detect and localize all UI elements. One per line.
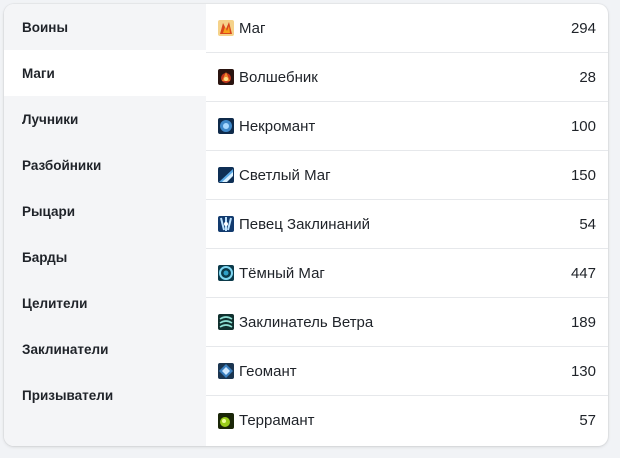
class-count: 189 (570, 313, 596, 331)
list-item[interactable]: Геомант 130 (206, 347, 608, 396)
list-item[interactable]: Волшебник 28 (206, 53, 608, 102)
necromancer-icon (218, 118, 234, 134)
class-count: 447 (570, 264, 596, 282)
class-name: Светлый Маг (239, 166, 331, 184)
sidebar-item-rogues[interactable]: Разбойники (4, 142, 206, 188)
spellsinger-icon (218, 216, 234, 232)
list-item[interactable]: Певец Заклинаний 54 (206, 200, 608, 249)
class-name: Террамант (239, 412, 315, 429)
class-name: Маг (239, 19, 266, 37)
sidebar-item-bards[interactable]: Барды (4, 234, 206, 280)
class-count: 28 (579, 68, 596, 86)
sidebar-item-knights[interactable]: Рыцари (4, 188, 206, 234)
class-name: Заклинатель Ветра (239, 313, 374, 331)
dark-mage-icon (218, 265, 234, 281)
list-item[interactable]: Маг 294 (206, 4, 608, 53)
terramancer-icon (218, 412, 234, 429)
list-item[interactable]: Заклинатель Ветра 189 (206, 298, 608, 347)
class-name: Некромант (239, 117, 316, 135)
light-mage-icon (218, 167, 234, 183)
sidebar-item-healers[interactable]: Целители (4, 280, 206, 326)
sidebar-item-warriors[interactable]: Воины (4, 4, 206, 50)
list-item[interactable]: Тёмный Маг 447 (206, 249, 608, 298)
category-sidebar: Воины Маги Лучники Разбойники Рыцари Бар… (4, 4, 206, 446)
class-name: Тёмный Маг (239, 264, 325, 282)
class-count: 100 (570, 117, 596, 135)
sidebar-item-archers[interactable]: Лучники (4, 96, 206, 142)
fire-mage-icon (218, 20, 234, 36)
sorcerer-icon (218, 69, 234, 85)
class-count: 54 (579, 215, 596, 233)
list-item[interactable]: Некромант 100 (206, 102, 608, 151)
class-count: 130 (570, 362, 596, 380)
class-panel: Воины Маги Лучники Разбойники Рыцари Бар… (4, 4, 608, 446)
wind-caster-icon (218, 314, 234, 330)
class-count: 150 (570, 166, 596, 184)
list-item[interactable]: Светлый Маг 150 (206, 151, 608, 200)
class-name: Геомант (239, 362, 297, 380)
class-name: Певец Заклинаний (239, 215, 370, 233)
list-item[interactable]: Террамант 57 (206, 396, 608, 445)
class-count: 57 (579, 412, 596, 429)
class-name: Волшебник (239, 68, 318, 86)
geomancer-icon (218, 363, 234, 379)
sidebar-item-enchanters[interactable]: Заклинатели (4, 326, 206, 372)
class-count: 294 (570, 19, 596, 37)
sidebar-item-summoners[interactable]: Призыватели (4, 372, 206, 418)
class-list: Маг 294 Волшебник 28 Некромант 100 Светл… (206, 4, 608, 446)
sidebar-item-mages[interactable]: Маги (4, 50, 206, 96)
